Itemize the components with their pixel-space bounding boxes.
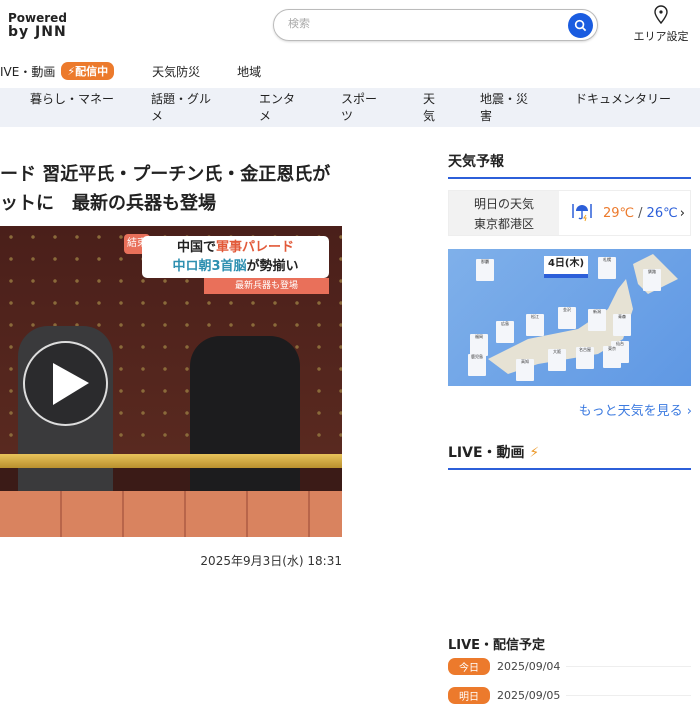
map-city-14: 東京 [603,346,621,368]
map-city-1: 札幌 [598,257,616,279]
schedule-row[interactable]: 今日 2025/09/04 [448,658,691,675]
more-weather-link[interactable]: もっと天気を見る › [540,400,692,419]
map-city-10: 鹿児島 [468,354,486,376]
nav-region[interactable]: 地域 [237,63,261,80]
play-button[interactable] [23,341,108,426]
video-player[interactable]: 結束 中国で軍事パレード 中ロ朝3首脳が勢揃い 最新兵器も登場 [0,226,342,537]
nav-weather-disaster[interactable]: 天気防災 [152,63,200,80]
play-icon [53,363,89,405]
map-city-13: 名古屋 [576,347,594,369]
schedule-row[interactable]: 明日 2025/09/05 [448,687,691,704]
map-city-11: 高知 [516,359,534,381]
article-date: 2025年9月3日(水) 18:31 [200,554,342,568]
category-bar: 暮らし・マネー 話題・グルメ エンタメ スポーツ 天気 地震・災害 ドキュメンタ… [0,88,700,127]
map-city-2: 釧路 [643,269,661,291]
category-living-money[interactable]: 暮らし・マネー [30,91,114,108]
weather-heading: 天気予報 [448,151,691,179]
category-documentary[interactable]: ドキュメンタリー [575,91,675,108]
map-city-8: 福岡 [470,334,488,356]
category-earthquake[interactable]: 地震・災害 [480,91,538,125]
area-settings-button[interactable]: エリア設定 [628,5,694,44]
map-city-6: 松江 [526,314,544,336]
map-city-4: 新潟 [588,309,606,331]
balcony-wall [0,491,342,537]
map-city-7: 広島 [496,321,514,343]
map-city-0: 那覇 [476,259,494,281]
weather-map[interactable]: 4日(木) 那覇 札幌 釧路 青森 新潟 金沢 松江 広島 福岡 仙台 鹿児島 高知 大阪 名古屋 東京 [448,249,691,386]
lightning-icon: ⚡ [529,445,540,461]
main-nav: IVE・動画 ⚡配信中 天気防災 地域 [0,62,261,80]
search-input[interactable] [288,18,548,30]
map-city-12: 大阪 [548,349,566,371]
search-box [273,9,598,41]
person-figure [190,336,300,506]
search-button[interactable] [568,13,593,38]
tomorrow-weather-card[interactable]: 明日の天気 東京都港区 29℃ / 26℃ › [448,190,691,236]
live-now-badge[interactable]: ⚡配信中 [61,62,115,80]
location-pin-icon [654,5,668,25]
category-weather[interactable]: 天気 [423,91,437,125]
caption-sub: 最新兵器も登場 [204,278,329,294]
map-city-5: 金沢 [558,307,576,329]
schedule-heading: LIVE・配信予定 [448,638,546,653]
map-date-label: 4日(木) [544,256,588,278]
category-entertainment[interactable]: エンタメ [259,91,299,125]
map-city-3: 青森 [613,314,631,336]
category-topics-gourmet[interactable]: 話題・グルメ [151,91,221,125]
rain-umbrella-icon [572,204,592,222]
chevron-right-icon: › [679,205,685,221]
nav-live-video[interactable]: IVE・動画 [0,63,55,80]
live-video-heading: LIVE・動画 ⚡ [448,442,691,470]
category-sports[interactable]: スポーツ [341,91,381,125]
caption-box: 中国で軍事パレード 中ロ朝3首脳が勢揃い [142,236,329,278]
search-icon [574,19,587,32]
jnn-logo[interactable]: Powered by JNN [8,11,67,39]
railing [0,454,342,468]
article-title: ード 習近平氏・プーチン氏・金正恩氏が ットに 最新の兵器も登場 [0,164,331,214]
